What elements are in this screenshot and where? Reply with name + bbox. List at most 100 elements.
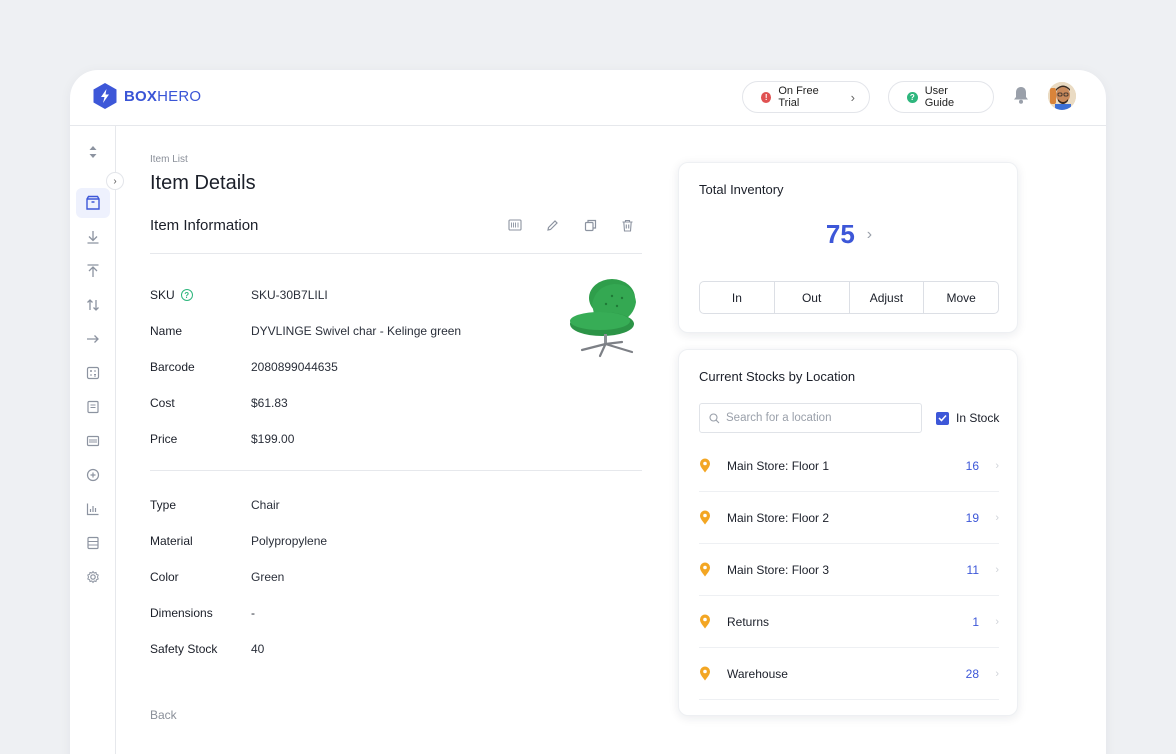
barcode-print-icon[interactable] [506, 216, 524, 234]
location-row[interactable]: Main Store: Floor 2 19 › [699, 492, 999, 544]
location-qty: 19 [965, 510, 979, 525]
stock-out-button[interactable]: Out [775, 282, 850, 313]
chevron-right-icon: › [995, 667, 999, 680]
back-link[interactable]: Back [150, 708, 177, 722]
in-stock-checkbox[interactable] [936, 411, 949, 425]
attribute-value: 40 [251, 642, 265, 656]
help-icon[interactable]: ? [180, 289, 193, 301]
attribute-value: Polypropylene [251, 534, 328, 548]
guide-label: User Guide [924, 85, 955, 109]
sidebar-item-analytics[interactable] [81, 497, 105, 521]
field-label: SKU [150, 288, 175, 302]
location-name: Main Store: Floor 1 [727, 458, 830, 473]
attribute-label: Color [150, 570, 179, 584]
attribute-row-color: Color Green [150, 570, 284, 584]
attribute-label: Dimensions [150, 606, 213, 620]
free-trial-button[interactable]: ! On Free Trial › [742, 81, 870, 113]
item-image [562, 276, 644, 363]
sidebar-item-calculator[interactable] [81, 361, 105, 385]
sidebar-item-list[interactable] [81, 531, 105, 555]
chevron-right-icon: › [995, 459, 999, 472]
attribute-row-safety-stock: Safety Stock 40 [150, 642, 264, 656]
card-title: Total Inventory [699, 182, 784, 197]
sidebar-expand-button[interactable]: › [106, 172, 124, 190]
copy-icon[interactable] [581, 216, 599, 234]
chevron-right-icon: › [995, 563, 999, 576]
field-label: Barcode [150, 360, 195, 374]
attribute-row-dimensions: Dimensions - [150, 606, 255, 620]
map-pin-icon [699, 458, 713, 473]
field-row-sku: SKU? SKU-30B7LILI [150, 288, 328, 302]
sidebar-item-transactions[interactable] [81, 395, 105, 419]
download-icon [87, 231, 99, 244]
location-qty: 11 [966, 562, 979, 577]
section-divider [150, 470, 642, 471]
stock-action-group: In Out Adjust Move [699, 281, 999, 314]
document-icon [87, 400, 99, 414]
breadcrumb[interactable]: Item List [150, 154, 188, 165]
sidebar-item-settings[interactable] [81, 565, 105, 589]
location-name: Main Store: Floor 3 [727, 562, 830, 577]
help-icon: ? [907, 91, 918, 103]
map-pin-icon [699, 614, 713, 629]
attribute-value: Green [251, 570, 285, 584]
attribute-row-type: Type Chair [150, 498, 280, 512]
calculator-icon [86, 366, 100, 380]
location-row[interactable]: Main Store: Floor 1 16 › [699, 440, 999, 492]
attribute-row-material: Material Polypropylene [150, 534, 327, 548]
sidebar-item-adjust[interactable] [81, 293, 105, 317]
map-pin-icon [699, 666, 713, 681]
arrow-right-icon [87, 335, 99, 343]
user-guide-button[interactable]: ? User Guide [888, 81, 994, 113]
chevron-right-icon: › [866, 226, 873, 243]
barcode-icon [86, 435, 100, 447]
attribute-label: Type [150, 498, 177, 512]
alert-icon: ! [761, 91, 772, 103]
adjust-button[interactable]: Adjust [850, 282, 925, 313]
field-row-name: Name DYVLINGE Swivel char - Kelinge gree… [150, 324, 461, 338]
box-icon [86, 195, 100, 210]
bell-icon[interactable] [1012, 85, 1030, 110]
stock-in-button[interactable]: In [700, 282, 775, 313]
stocks-by-location-card: Current Stocks by Location In Stock Main… [678, 349, 1018, 716]
location-name: Main Store: Floor 2 [727, 510, 830, 525]
move-button[interactable]: Move [924, 282, 998, 313]
boxhero-logo[interactable]: BOXHERO [92, 82, 201, 110]
location-qty: 28 [965, 666, 979, 681]
field-value: DYVLINGE Swivel char - Kelinge green [251, 324, 462, 338]
location-name: Warehouse [727, 666, 788, 681]
sort-icon[interactable] [81, 140, 105, 164]
location-row[interactable]: Warehouse 28 › [699, 648, 999, 700]
edit-icon[interactable] [543, 216, 561, 234]
sidebar-item-add[interactable] [81, 463, 105, 487]
top-header: BOXHERO ! On Free Trial › ? User Guide [70, 70, 1106, 126]
map-pin-icon [699, 562, 713, 577]
location-qty: 1 [972, 614, 979, 629]
sidebar-item-items[interactable] [76, 188, 110, 218]
location-row[interactable]: Main Store: Floor 3 11 › [699, 544, 999, 596]
trash-icon[interactable] [618, 216, 636, 234]
app-window: BOXHERO ! On Free Trial › ? User Guide ›… [70, 70, 1106, 754]
inventory-total[interactable]: 75 › [679, 219, 1019, 250]
sidebar-item-barcode[interactable] [81, 429, 105, 453]
location-row[interactable]: Returns 1 › [699, 596, 999, 648]
settings-icon [87, 570, 99, 584]
search-icon [709, 412, 720, 423]
location-search-input[interactable] [726, 412, 906, 424]
attribute-label: Material [150, 534, 193, 548]
upload-icon [87, 264, 99, 277]
plus-circle-icon [86, 468, 100, 482]
sidebar-item-move[interactable] [81, 327, 105, 351]
sidebar-item-stock-out[interactable] [81, 259, 105, 283]
in-stock-toggle[interactable]: In Stock [936, 411, 999, 425]
logo-text: BOXHERO [124, 87, 202, 105]
list-icon [87, 536, 99, 550]
location-qty: 16 [965, 458, 979, 473]
field-value: 2080899044635 [251, 360, 338, 374]
avatar[interactable] [1048, 82, 1076, 110]
sidebar-item-stock-in[interactable] [81, 225, 105, 249]
total-inventory-card: Total Inventory 75 › In Out Adjust Move [678, 162, 1018, 333]
chevron-right-icon: › [995, 615, 999, 628]
page-title: Item Details [150, 172, 256, 194]
field-value: $199.00 [251, 432, 295, 446]
